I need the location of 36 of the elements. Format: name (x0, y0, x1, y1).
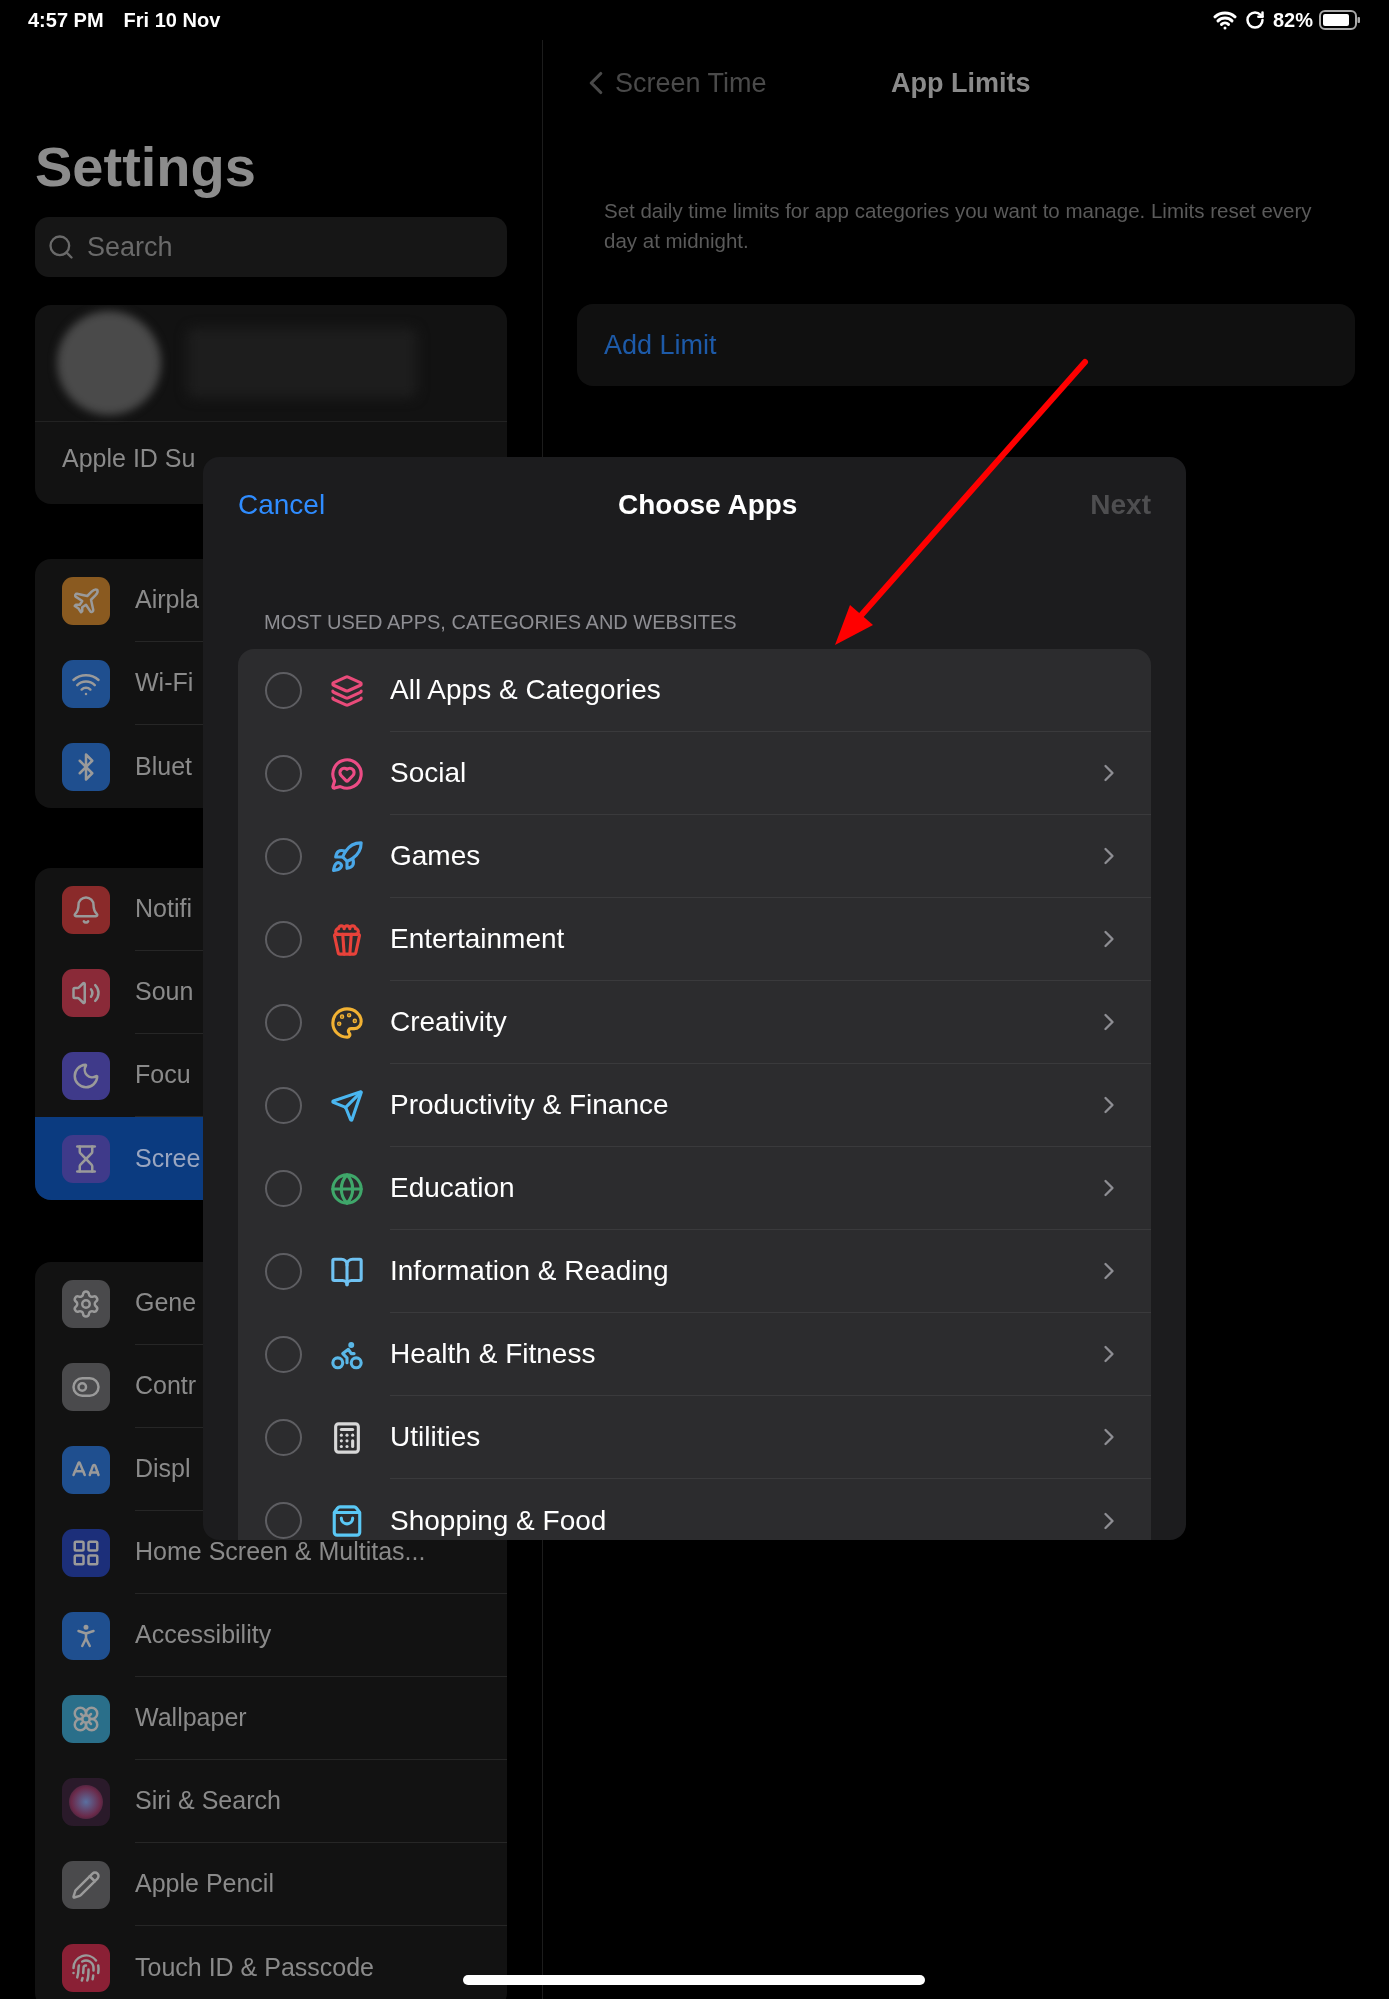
category-label: Utilities (390, 1420, 481, 1454)
settings-title: Settings (35, 135, 257, 199)
sidebar-item-label: Siri & Search (135, 1785, 281, 1817)
category-label: All Apps & Categories (390, 673, 661, 707)
category-label: Entertainment (390, 922, 565, 956)
sidebar-item-label: Soun (135, 976, 194, 1008)
sidebar-item-label: Bluet (135, 750, 192, 782)
category-label: Productivity & Finance (390, 1088, 669, 1122)
description-text: Set daily time limits for app categories you want to manage. Limits reset every day at midnight. (603, 198, 1313, 254)
sheet-title: Choose Apps (618, 488, 798, 522)
sidebar-item-label: Displ (135, 1453, 191, 1485)
sidebar-item-label: Focu (135, 1059, 191, 1091)
status-date: Fri 10 Nov (123, 8, 221, 33)
category-label: Games (390, 839, 481, 873)
category-label: Education (390, 1171, 515, 1205)
sidebar-item-label: Apple Pencil (135, 1868, 274, 1900)
sidebar-item-label: Airpla (135, 584, 199, 616)
sidebar-item-label: Home Screen & Multitas... (135, 1536, 426, 1568)
battery-percentage: 82% (1272, 8, 1313, 33)
apple-id-suggestion-label: Apple ID Su (62, 443, 196, 474)
sidebar-item-label: Accessibility (135, 1619, 272, 1651)
sidebar-item-label: Touch ID & Passcode (135, 1951, 374, 1983)
category-label: Health & Fitness (390, 1337, 596, 1371)
section-header: MOST USED APPS, CATEGORIES AND WEBSITES (264, 611, 737, 633)
category-label: Shopping & Food (390, 1503, 607, 1538)
sidebar-item-label: Contr (135, 1370, 197, 1402)
sidebar-item-label: Scree (135, 1142, 201, 1174)
category-label: Creativity (390, 1005, 507, 1039)
sidebar-item-label: Notifi (135, 893, 192, 925)
sidebar-item-label: Wi-Fi (135, 667, 194, 699)
page-title: App Limits (891, 66, 1031, 100)
sidebar-item-label: Gene (135, 1287, 197, 1319)
category-label: Information & Reading (390, 1254, 669, 1288)
category-label: Social (390, 756, 467, 790)
status-time: 4:57 PM (28, 8, 104, 33)
sidebar-item-label: Wallpaper (135, 1702, 247, 1734)
